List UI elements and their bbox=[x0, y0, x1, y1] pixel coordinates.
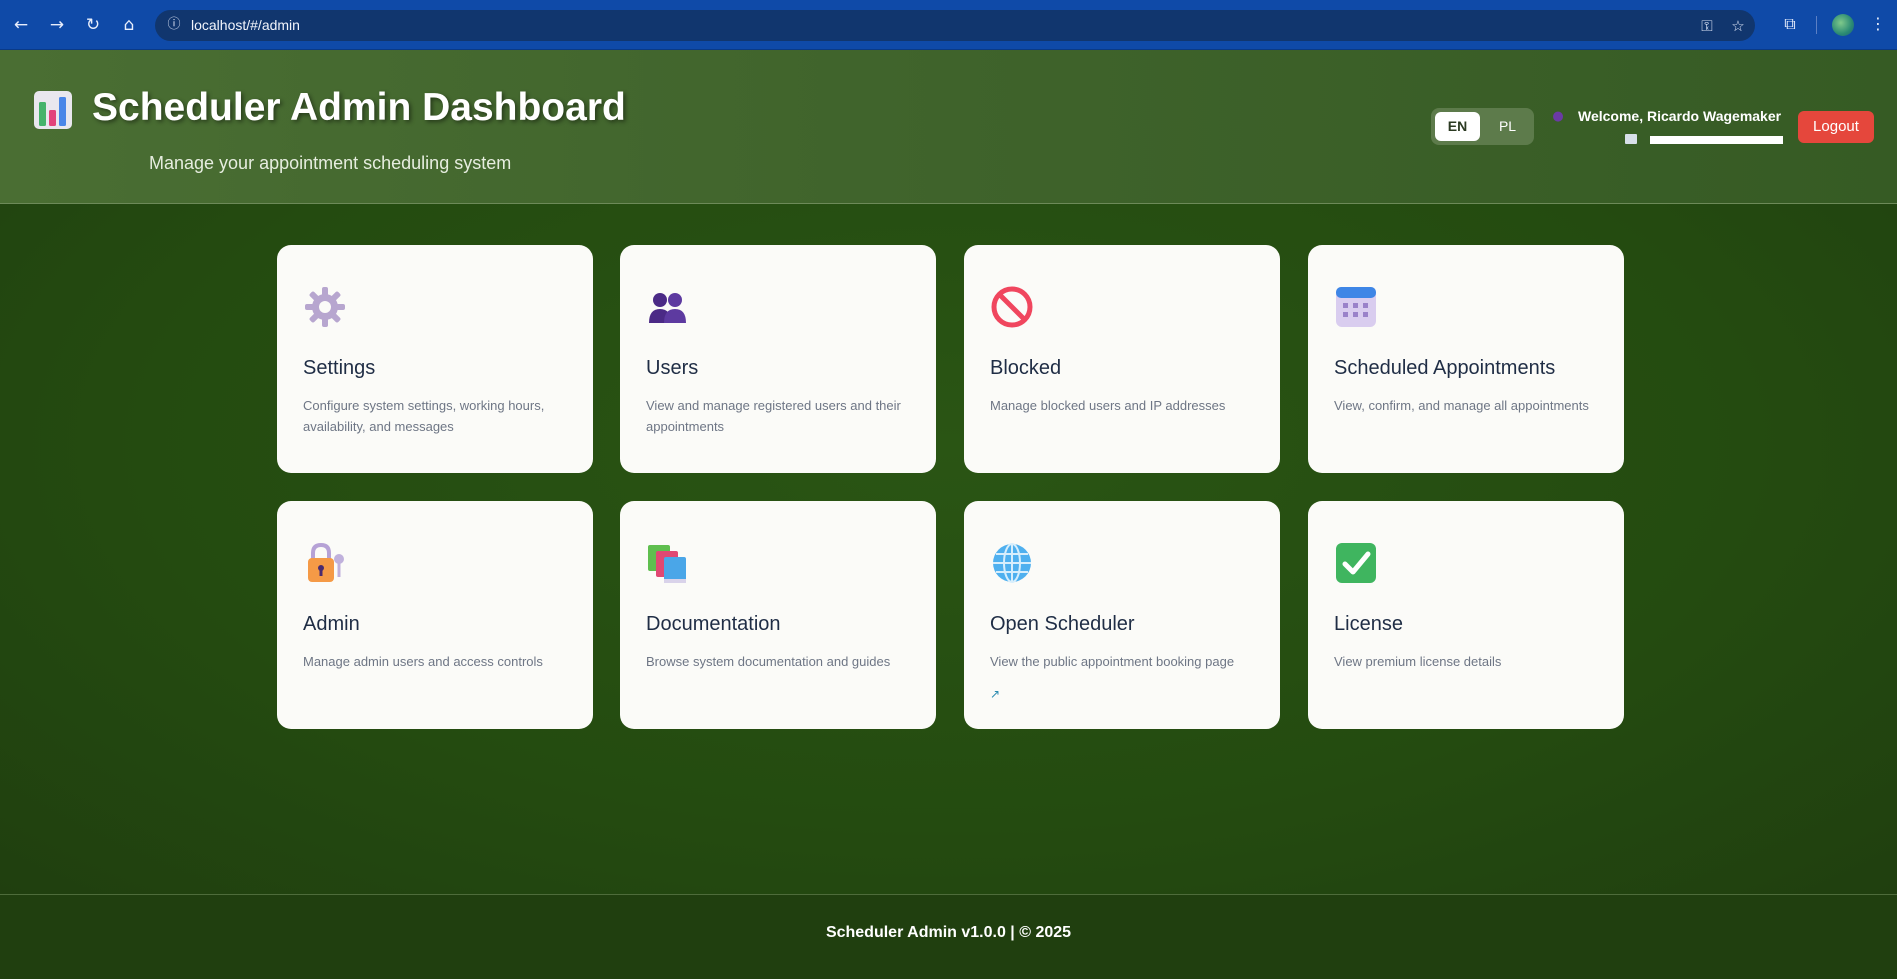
card-title: Admin bbox=[303, 613, 360, 635]
card-license[interactable]: License View premium license details bbox=[1308, 501, 1624, 729]
menu-dots-icon[interactable]: ⋮ bbox=[1866, 12, 1890, 36]
card-description: Configure system settings, working hours… bbox=[303, 398, 545, 434]
reload-icon[interactable]: ↻ bbox=[80, 12, 106, 38]
card-admin[interactable]: Admin Manage admin users and access cont… bbox=[277, 501, 593, 729]
bar-chart-icon bbox=[34, 91, 72, 129]
app-footer: Scheduler Admin v1.0.0 | © 2025 bbox=[0, 894, 1897, 979]
check-box-icon bbox=[1336, 543, 1376, 583]
calendar-icon bbox=[1336, 287, 1376, 327]
card-description: Browse system documentation and guides bbox=[646, 654, 891, 669]
address-bar[interactable]: ⓘ localhost/#/admin ⚿ ☆ bbox=[155, 10, 1755, 41]
gear-icon bbox=[305, 287, 345, 327]
home-icon[interactable]: ⌂ bbox=[116, 12, 142, 38]
site-info-icon[interactable]: ⓘ bbox=[165, 16, 183, 34]
card-scheduled-appointments[interactable]: Scheduled Appointments View, confirm, an… bbox=[1308, 245, 1624, 473]
footer-text: Scheduler Admin v1.0.0 | © 2025 bbox=[825, 924, 1072, 941]
books-icon bbox=[648, 545, 686, 583]
mail-icon bbox=[1625, 134, 1637, 144]
profile-avatar[interactable] bbox=[1832, 14, 1854, 36]
page-subtitle: Manage your appointment scheduling syste… bbox=[149, 153, 512, 173]
url-text[interactable]: localhost/#/admin bbox=[191, 17, 300, 33]
language-switcher: EN PL bbox=[1431, 108, 1534, 145]
lang-pl-button[interactable]: PL bbox=[1485, 112, 1530, 141]
password-key-icon[interactable]: ⚿ bbox=[1697, 16, 1717, 36]
card-title: Open Scheduler bbox=[990, 613, 1135, 635]
forward-icon[interactable]: → bbox=[44, 12, 70, 38]
prohibited-icon bbox=[991, 286, 1033, 328]
card-title: Documentation bbox=[646, 613, 781, 635]
card-title: Settings bbox=[303, 357, 376, 379]
users-icon bbox=[649, 293, 686, 323]
card-users[interactable]: Users View and manage registered users a… bbox=[620, 245, 936, 473]
redacted-email bbox=[1650, 136, 1783, 144]
logout-button[interactable]: Logout bbox=[1798, 111, 1874, 143]
card-description: View and manage registered users and the… bbox=[646, 398, 901, 434]
bookmark-star-icon[interactable]: ☆ bbox=[1728, 16, 1748, 36]
globe-icon bbox=[993, 543, 1031, 583]
extensions-icon[interactable]: ⧉ bbox=[1778, 12, 1802, 36]
card-description: Manage blocked users and IP addresses bbox=[990, 398, 1226, 413]
back-icon[interactable]: ← bbox=[8, 12, 34, 38]
user-icon: ● bbox=[1552, 109, 1564, 124]
card-documentation[interactable]: Documentation Browse system documentatio… bbox=[620, 501, 936, 729]
card-open-scheduler[interactable]: Open Scheduler View the public appointme… bbox=[964, 501, 1280, 729]
app-header: Scheduler Admin Dashboard Manage your ap… bbox=[0, 50, 1897, 204]
card-description: View, confirm, and manage all appointmen… bbox=[1334, 398, 1589, 413]
card-description: Manage admin users and access controls bbox=[303, 654, 543, 669]
lang-en-button[interactable]: EN bbox=[1435, 112, 1480, 141]
card-description: View the public appointment booking page bbox=[990, 654, 1235, 669]
external-link-icon[interactable]: ↗ bbox=[990, 687, 1000, 701]
dashboard-grid: Settings Configure system settings, work… bbox=[0, 204, 1897, 894]
card-title: Users bbox=[646, 357, 699, 379]
card-title: Blocked bbox=[990, 357, 1062, 379]
card-title: License bbox=[1334, 613, 1403, 635]
toolbar-divider bbox=[1816, 16, 1817, 34]
browser-toolbar: ← → ↻ ⌂ ⓘ localhost/#/admin ⚿ ☆ ⧉ ⋮ bbox=[0, 0, 1897, 50]
welcome-text: Welcome, Ricardo Wagemaker bbox=[1578, 108, 1782, 124]
lock-key-icon bbox=[308, 542, 344, 582]
page-title: Scheduler Admin Dashboard bbox=[92, 86, 626, 129]
card-description: View premium license details bbox=[1334, 654, 1502, 669]
card-settings[interactable]: Settings Configure system settings, work… bbox=[277, 245, 593, 473]
card-blocked[interactable]: Blocked Manage blocked users and IP addr… bbox=[964, 245, 1280, 473]
card-title: Scheduled Appointments bbox=[1334, 357, 1556, 379]
